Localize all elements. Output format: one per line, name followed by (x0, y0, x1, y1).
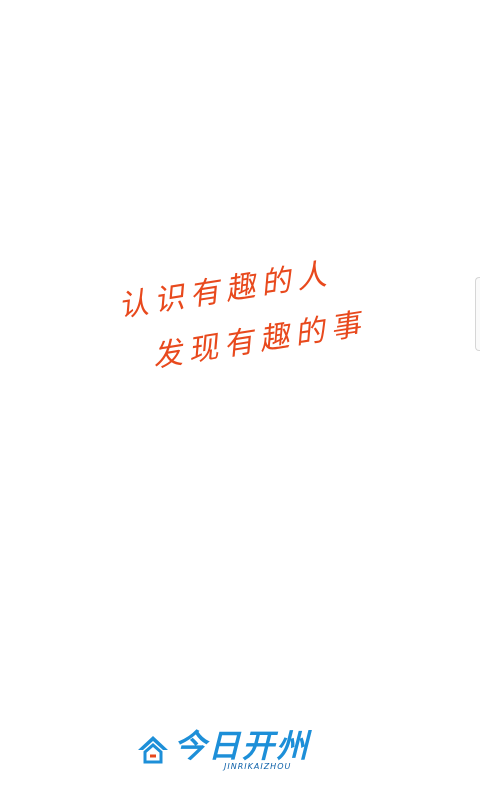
slogan: 认识有趣的人 发现有趣的事 (0, 0, 480, 803)
logo-subtitle: JINRIKAIZHOU (224, 762, 292, 771)
logo-title: 今日开州 (174, 727, 311, 765)
splash-screen: 认识有趣的人 发现有趣的事 今日开州 JINRIKAIZHOU (0, 0, 480, 803)
side-panel-handle[interactable] (475, 277, 480, 351)
house-arrow-icon (138, 736, 168, 764)
app-logo: 今日开州 JINRIKAIZHOU (136, 728, 348, 776)
